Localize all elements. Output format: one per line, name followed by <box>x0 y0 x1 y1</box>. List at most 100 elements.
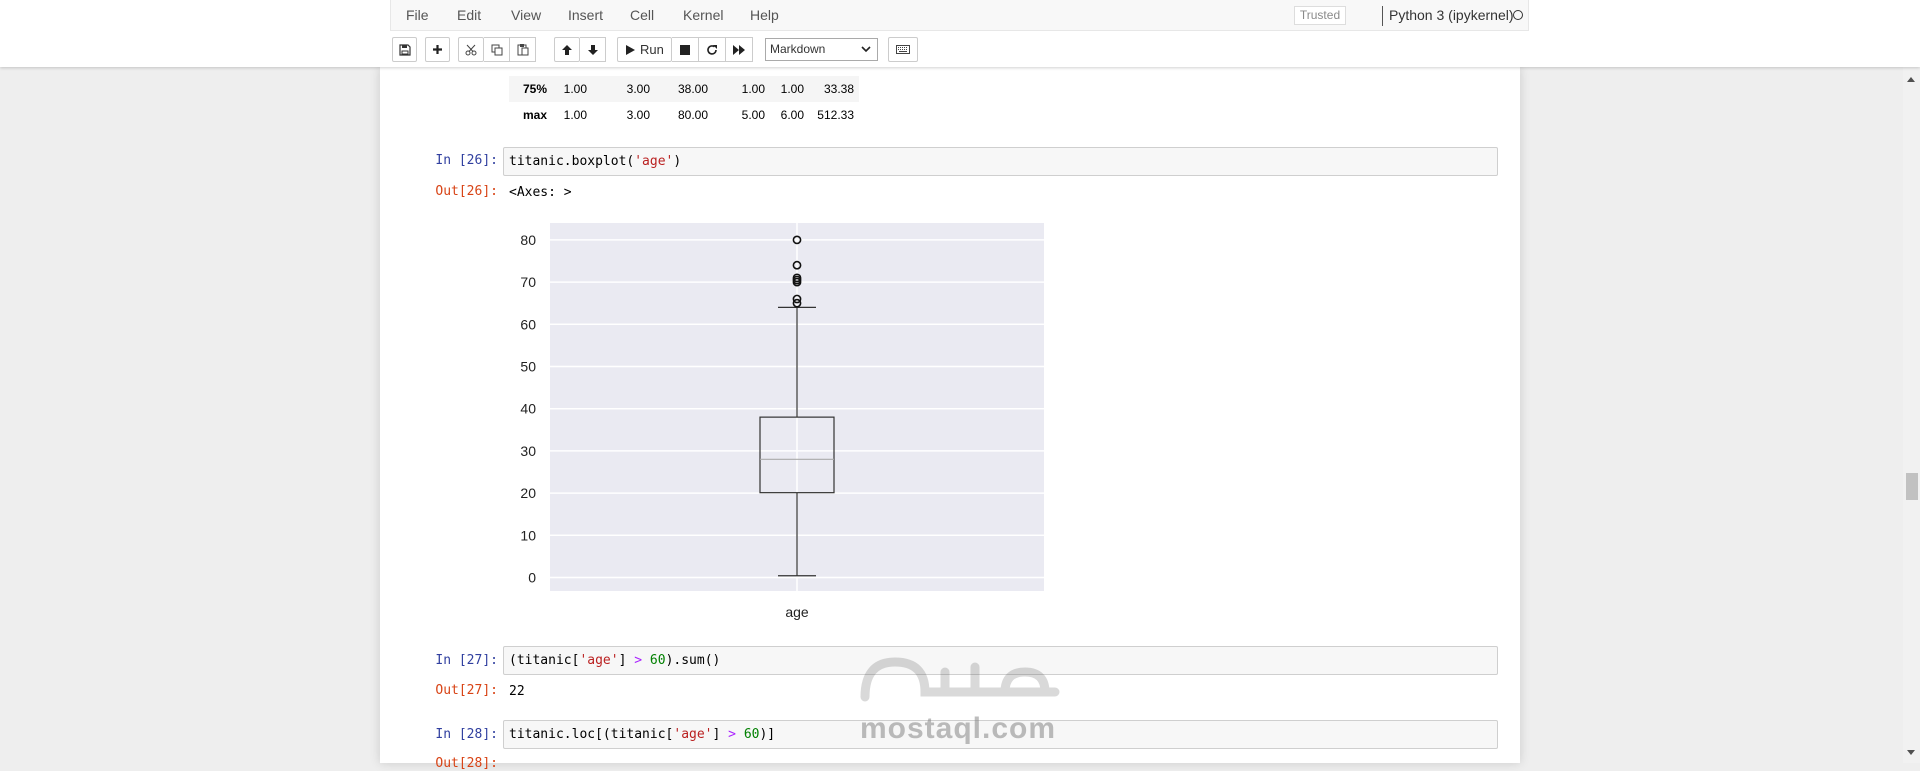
code-token: ] <box>618 653 635 668</box>
table-cell: 80.00 <box>677 108 708 122</box>
code-token: ] <box>712 727 729 742</box>
in-prompt: In [26]: <box>435 153 498 168</box>
table-row-label: max <box>523 108 548 122</box>
y-tick-label: 10 <box>520 527 536 543</box>
run-button-label: Run <box>640 42 664 57</box>
copy-button[interactable] <box>484 37 510 62</box>
menu-bar: File Edit View Insert Cell Kernel Help <box>390 0 1529 31</box>
watermark-text: mostaql.com <box>860 712 1057 745</box>
chevron-down-icon <box>861 46 871 53</box>
code-token: ) <box>673 154 682 169</box>
code-token: 'age' <box>673 727 713 742</box>
interrupt-button[interactable] <box>672 37 699 62</box>
scroll-thumb[interactable] <box>1906 473 1918 500</box>
table-cell: 6.00 <box>780 108 804 122</box>
table-cell: 3.00 <box>626 82 650 96</box>
save-icon <box>398 43 411 56</box>
fast-forward-icon <box>732 44 745 55</box>
menu-view[interactable]: View <box>511 0 541 30</box>
menu-edit[interactable]: Edit <box>457 0 481 30</box>
y-tick-label: 20 <box>520 485 536 501</box>
x-tick-label: age <box>785 604 809 620</box>
code-token: > <box>634 653 643 668</box>
code-token: )] <box>759 727 776 742</box>
code-token: 60 <box>649 653 666 668</box>
table-cell: 512.33 <box>817 108 854 122</box>
y-tick-label: 40 <box>520 401 536 417</box>
code-token: ).sum() <box>665 653 721 668</box>
paste-button[interactable] <box>510 37 536 62</box>
y-tick-label: 70 <box>520 274 536 290</box>
in-prompt: In [28]: <box>435 727 498 742</box>
restart-icon <box>707 44 717 55</box>
y-tick-label: 60 <box>520 316 536 332</box>
table-row: max 1.00 3.00 80.00 5.00 6.00 512.33 <box>509 102 859 128</box>
menu-cell[interactable]: Cell <box>630 0 654 30</box>
keyboard-icon <box>896 45 910 54</box>
table-cell: 1.00 <box>563 82 587 96</box>
code-token: > <box>728 727 736 742</box>
table-row-label: 75% <box>523 82 548 96</box>
code-token: 60 <box>743 727 760 742</box>
code-cell-26[interactable]: titanic.boxplot('age') <box>503 147 1498 176</box>
y-tick-label: 0 <box>528 569 536 585</box>
code-token: titanic.loc[(titanic[ <box>509 727 674 742</box>
menu-kernel[interactable]: Kernel <box>683 0 723 30</box>
y-tick-label: 50 <box>520 358 536 374</box>
menu-help[interactable]: Help <box>750 0 779 30</box>
insert-cell-button[interactable] <box>425 37 450 62</box>
page-scrollbar[interactable] <box>1903 67 1920 763</box>
save-button[interactable] <box>392 37 417 62</box>
kernel-idle-indicator-icon <box>1513 10 1523 20</box>
arrow-down-icon <box>587 44 598 55</box>
restart-button[interactable] <box>699 37 726 62</box>
code-token: 'age' <box>634 154 674 169</box>
notebook-header: File Edit View Insert Cell Kernel Help T… <box>0 0 1920 67</box>
code-cell-27[interactable]: (titanic['age'] > 60).sum() <box>503 646 1498 675</box>
copy-icon <box>491 44 502 55</box>
table-cell: 33.38 <box>823 82 854 96</box>
table-cell: 5.00 <box>741 108 765 122</box>
cell-type-select[interactable]: Markdown <box>765 38 878 61</box>
scroll-down-icon[interactable] <box>1907 750 1915 755</box>
move-up-button[interactable] <box>554 37 580 62</box>
y-tick-label: 30 <box>520 443 536 459</box>
boxplot-chart: 0 10 20 30 40 50 60 70 80 age <box>520 223 1044 620</box>
stop-icon <box>680 44 690 55</box>
menu-insert[interactable]: Insert <box>568 0 603 30</box>
cell-type-value: Markdown <box>770 42 826 56</box>
paste-icon <box>517 44 528 56</box>
table-cell: 1.00 <box>780 82 804 96</box>
out-prompt: Out[28]: <box>435 756 498 771</box>
run-button[interactable]: Run <box>617 37 672 62</box>
move-down-button[interactable] <box>580 37 606 62</box>
arrow-up-icon <box>562 44 572 55</box>
table-row: 75% 1.00 3.00 38.00 1.00 1.00 33.38 <box>509 76 859 102</box>
cut-icon <box>465 44 476 55</box>
play-icon <box>626 44 635 55</box>
table-cell: 3.00 <box>626 108 650 122</box>
table-cell: 1.00 <box>741 82 765 96</box>
table-cell: 1.00 <box>563 108 587 122</box>
cell-output-text: <Axes: > <box>509 185 572 200</box>
command-palette-button[interactable] <box>888 37 918 62</box>
kernel-name[interactable]: Python 3 (ipykernel) <box>1389 0 1514 30</box>
cell-output-text: 22 <box>509 684 525 699</box>
out-prompt: Out[26]: <box>435 184 498 199</box>
code-token: (titanic[ <box>509 653 580 668</box>
trusted-badge[interactable]: Trusted <box>1294 6 1346 25</box>
restart-run-all-button[interactable] <box>726 37 753 62</box>
code-token: titanic.boxplot( <box>509 154 635 169</box>
code-token: 'age' <box>579 653 619 668</box>
cut-button[interactable] <box>458 37 484 62</box>
in-prompt: In [27]: <box>435 653 498 668</box>
menu-file[interactable]: File <box>406 0 429 30</box>
scroll-up-icon[interactable] <box>1907 77 1915 82</box>
y-tick-labels: 0 10 20 30 40 50 60 70 80 <box>520 232 536 586</box>
y-tick-label: 80 <box>520 232 536 248</box>
kernel-divider <box>1382 6 1383 26</box>
plus-icon <box>433 45 442 54</box>
table-cell: 38.00 <box>677 82 708 96</box>
